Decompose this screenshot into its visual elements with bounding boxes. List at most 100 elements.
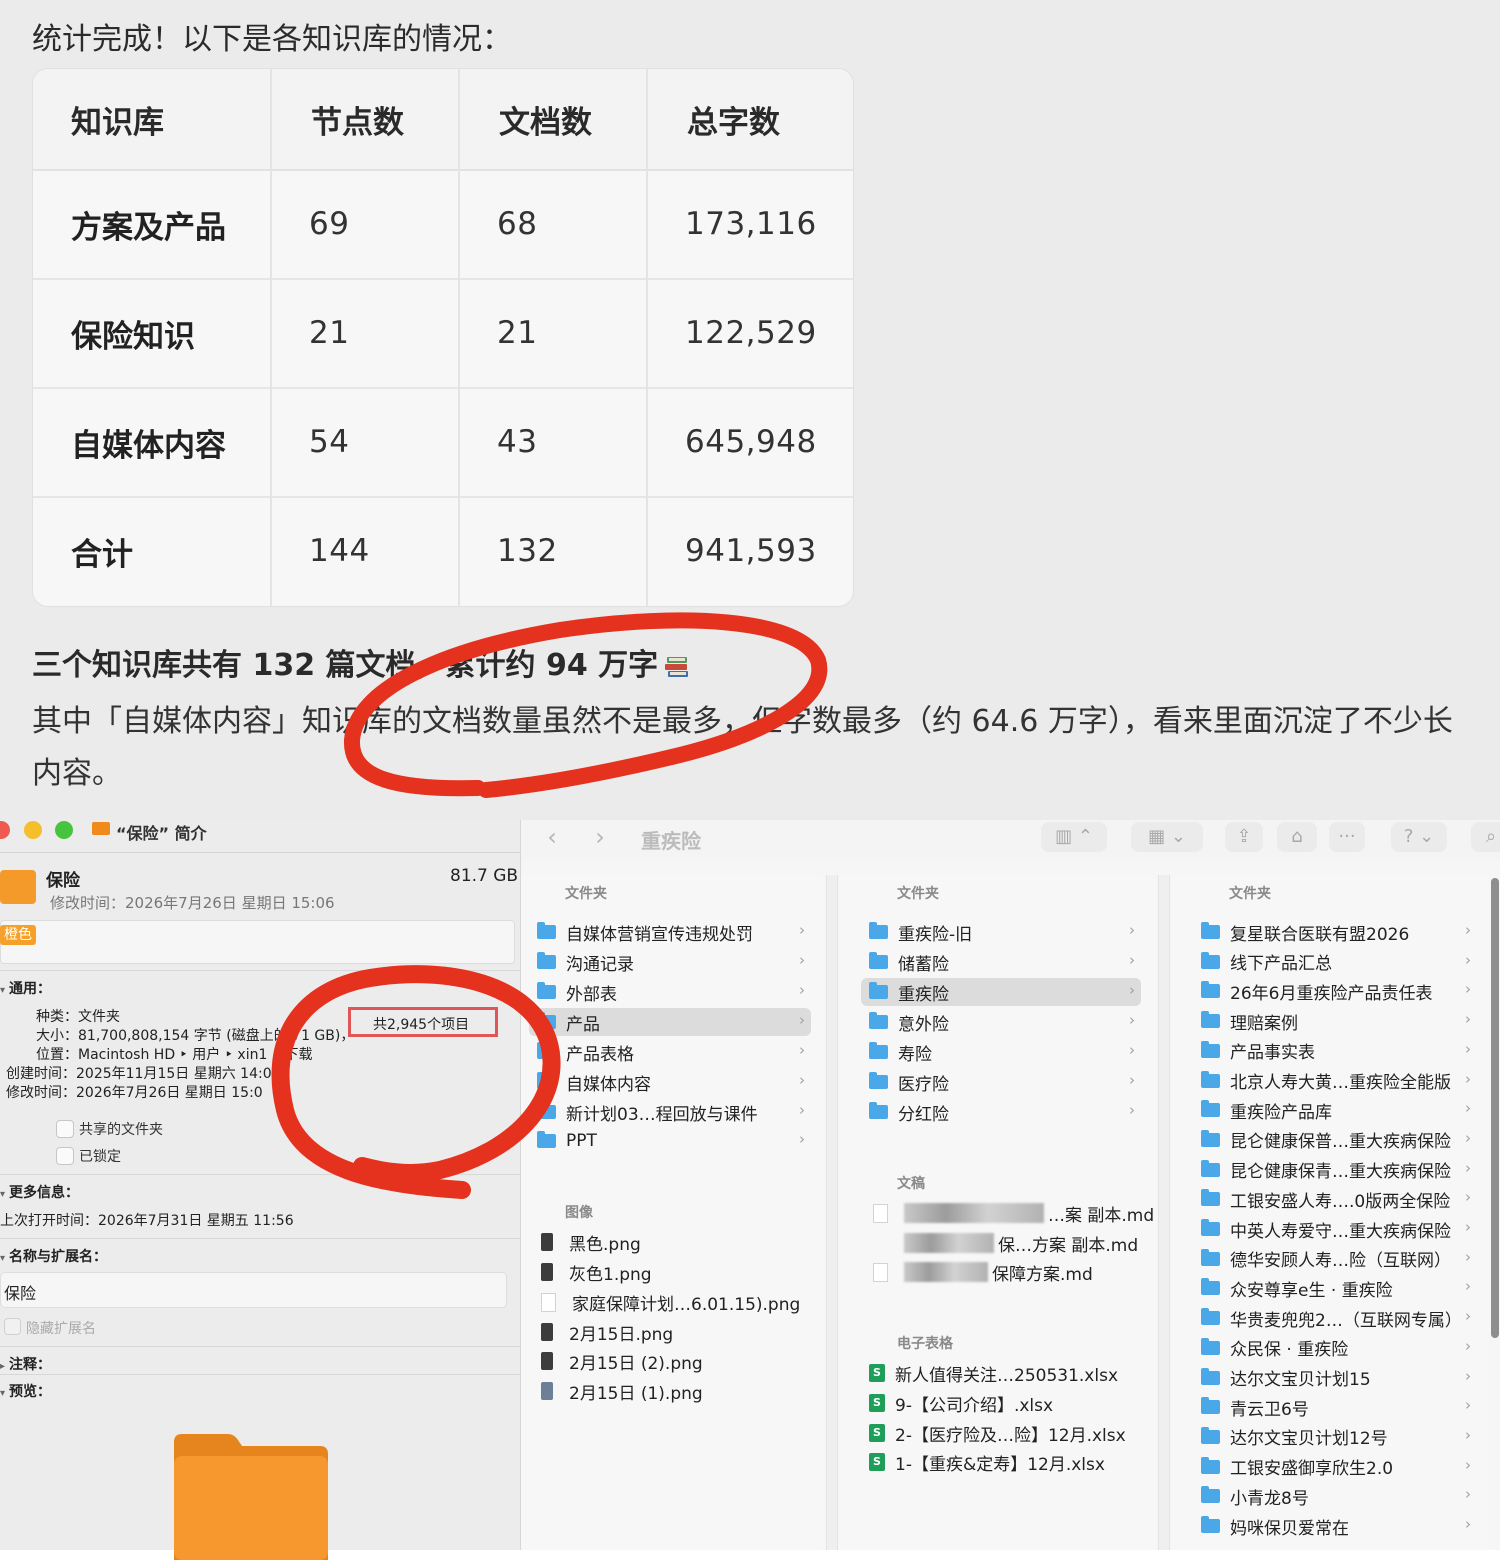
list-item[interactable]: 自媒体营销宣传违规处罚 ›: [537, 918, 811, 946]
cell-kb: 保险知识: [71, 318, 195, 355]
header-docs: 文档数: [499, 104, 592, 141]
list-item[interactable]: 外部表 ›: [537, 978, 811, 1006]
list-item[interactable]: 北京人寿大黄…重疾险全能版 ›: [1201, 1067, 1477, 1095]
locked-checkbox[interactable]: [56, 1147, 74, 1165]
list-item[interactable]: 昆仑健康保普…重大疾病保险 ›: [1201, 1126, 1477, 1154]
list-item[interactable]: 灰色1.png: [541, 1258, 652, 1286]
view-mode-button[interactable]: ▥ ⌃: [1041, 822, 1107, 852]
list-item[interactable]: 重疾险产品库 ›: [1201, 1096, 1477, 1124]
chevron-right-icon: ›: [1465, 1188, 1471, 1207]
scrollbar[interactable]: [1491, 878, 1499, 1338]
list-item[interactable]: PPT ›: [537, 1127, 811, 1155]
list-item[interactable]: 复星联合医联有盟2026 ›: [1201, 918, 1477, 946]
share-button[interactable]: ⇪: [1225, 822, 1263, 852]
search-button[interactable]: ⌕: [1471, 822, 1500, 852]
list-item[interactable]: 众民保 · 重疾险 ›: [1201, 1334, 1477, 1362]
tags-field[interactable]: [0, 920, 515, 964]
section-more-info[interactable]: ▾ 更多信息：: [0, 1182, 79, 1202]
folder-icon: [537, 922, 556, 939]
chevron-right-icon: ›: [1465, 1218, 1471, 1236]
hide-extension-checkbox[interactable]: [4, 1318, 21, 1335]
column-divider[interactable]: [826, 875, 838, 1550]
list-item-selected[interactable]: 产品 ›: [529, 1008, 811, 1036]
list-item[interactable]: 2月15日 (1).png: [541, 1377, 703, 1405]
list-item[interactable]: 线下产品汇总 ›: [1201, 948, 1477, 976]
header-kb: 知识库: [71, 104, 164, 141]
more-button[interactable]: ···: [1329, 822, 1365, 852]
list-item[interactable]: …案 副本.md: [873, 1199, 1154, 1227]
list-item-label: 达尔文宝贝计划15: [1230, 1370, 1371, 1390]
disclosure-triangle-icon: ▾: [0, 1388, 6, 1399]
cell-nodes: 21: [309, 315, 350, 351]
chevron-right-icon: ›: [1129, 951, 1135, 969]
list-item[interactable]: 工银安盛御享欣生2.0 ›: [1201, 1453, 1477, 1481]
name-field[interactable]: [0, 1272, 507, 1308]
list-item[interactable]: 家庭保障计划…6.01.15).png: [541, 1288, 800, 1316]
group-button[interactable]: ▦ ⌄: [1131, 822, 1203, 852]
list-item[interactable]: 保…方案 副本.md: [873, 1229, 1138, 1257]
list-item[interactable]: 2月15日 (2).png: [541, 1347, 703, 1375]
list-item[interactable]: 昆仑健康保青…重大疾病保险 ›: [1201, 1156, 1477, 1184]
chevron-right-icon: ›: [1465, 1515, 1471, 1533]
section-preview[interactable]: ▾ 预览：: [0, 1381, 51, 1401]
list-item[interactable]: 黑色.png: [541, 1228, 641, 1256]
list-item[interactable]: 青云卫6号 ›: [1201, 1393, 1477, 1421]
section-comments[interactable]: ▸ 注释：: [0, 1354, 51, 1374]
forward-button[interactable]: ›: [583, 825, 617, 851]
list-item[interactable]: 理赔案例 ›: [1201, 1007, 1477, 1035]
list-item[interactable]: 26年6月重疾险产品责任表 ›: [1201, 977, 1477, 1005]
name-field-value: 保险: [4, 1284, 37, 1303]
list-item[interactable]: S 1-【重疾&定寿】12月.xlsx: [869, 1448, 1105, 1476]
folder-icon: [1201, 951, 1220, 969]
section-name-ext[interactable]: ▾ 名称与扩展名：: [0, 1246, 107, 1266]
list-item[interactable]: 产品事实表 ›: [1201, 1037, 1477, 1065]
list-item[interactable]: 分红险 ›: [869, 1098, 1141, 1126]
grid-icon: ▦ ⌄: [1148, 826, 1186, 847]
folder-icon: [537, 982, 556, 999]
list-item-selected[interactable]: 重疾险 ›: [861, 978, 1141, 1006]
list-item[interactable]: 医疗险 ›: [869, 1068, 1141, 1096]
zoom-window-button[interactable]: [55, 821, 73, 839]
list-item[interactable]: 众安尊享e生 · 重疾险 ›: [1201, 1274, 1477, 1302]
help-button[interactable]: ? ⌄: [1391, 822, 1447, 852]
list-item[interactable]: 小青龙8号 ›: [1201, 1482, 1477, 1510]
list-item[interactable]: 妈咪保贝爱常在 ›: [1201, 1512, 1477, 1540]
list-item[interactable]: 中英人寿爱守…重大疾病保险 ›: [1201, 1215, 1477, 1243]
tag-button[interactable]: ⌂: [1277, 822, 1317, 852]
close-window-button[interactable]: [0, 821, 10, 839]
folder-preview-icon: [174, 1434, 328, 1560]
list-item[interactable]: 新计划03…程回放与课件 ›: [537, 1098, 811, 1126]
list-item[interactable]: 2月15日.png: [541, 1318, 673, 1346]
list-item[interactable]: 产品表格 ›: [537, 1038, 811, 1066]
list-item[interactable]: S 9-【公司介绍】.xlsx: [869, 1389, 1053, 1417]
group-folders: 文件夹: [1229, 886, 1271, 902]
list-item[interactable]: S 2-【医疗险及…险】12月.xlsx: [869, 1419, 1126, 1447]
list-item[interactable]: 达尔文宝贝计划12号 ›: [1201, 1423, 1477, 1451]
list-item[interactable]: S 新人值得关注…250531.xlsx: [869, 1359, 1118, 1387]
minimize-window-button[interactable]: [24, 821, 42, 839]
cell-nodes: 144: [309, 533, 370, 569]
folder-icon: [1201, 1248, 1220, 1266]
list-item[interactable]: 德华安顾人寿…险（互联网） ›: [1201, 1245, 1477, 1273]
list-item[interactable]: 达尔文宝贝计划15 ›: [1201, 1364, 1477, 1392]
list-item[interactable]: 华贵麦兜兜2…（互联网专属） ›: [1201, 1304, 1477, 1332]
list-item[interactable]: 沟通记录 ›: [537, 948, 811, 976]
section-general[interactable]: ▾ 通用：: [0, 978, 51, 998]
chevron-right-icon: ›: [1465, 1099, 1471, 1118]
folder-icon: [92, 822, 110, 835]
list-item[interactable]: 工银安盛人寿….0版两全保险 ›: [1201, 1185, 1477, 1213]
list-item[interactable]: 储蓄险 ›: [869, 948, 1141, 976]
list-item[interactable]: 意外险 ›: [869, 1008, 1141, 1036]
list-item[interactable]: 自媒体内容 ›: [537, 1068, 811, 1096]
list-item-label: 理赔案例: [1230, 1013, 1298, 1034]
column-divider[interactable]: [1158, 875, 1170, 1550]
back-button[interactable]: ‹: [535, 825, 569, 851]
list-item[interactable]: 重疾险-旧 ›: [869, 918, 1141, 946]
folder-icon: [1201, 1040, 1220, 1058]
list-item[interactable]: 保障方案.md: [873, 1258, 1093, 1286]
shared-folder-checkbox[interactable]: [56, 1120, 74, 1138]
chevron-right-icon: ›: [1129, 1101, 1135, 1119]
search-icon: ⌕: [1485, 826, 1497, 847]
list-item[interactable]: 寿险 ›: [869, 1038, 1141, 1066]
tag-orange[interactable]: 橙色: [0, 925, 36, 945]
